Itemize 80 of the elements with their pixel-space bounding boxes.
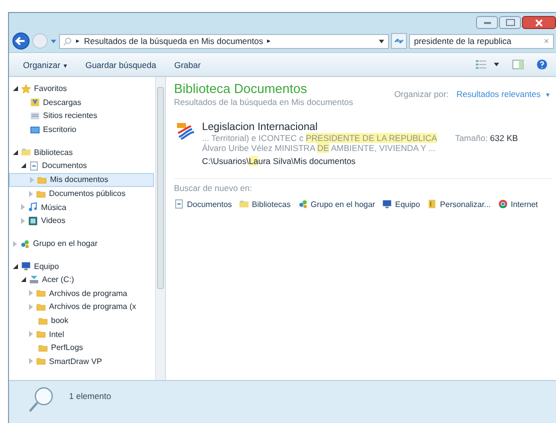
folder-icon bbox=[36, 288, 46, 298]
search-icon bbox=[63, 36, 72, 46]
close-button[interactable] bbox=[522, 16, 556, 29]
search-field[interactable]: presidente de la republica × bbox=[409, 34, 554, 48]
nav-tree-item[interactable]: Música bbox=[9, 200, 155, 214]
arrange-by-label: Organizar por: bbox=[394, 89, 449, 99]
nav-tree-item[interactable]: Videos bbox=[9, 214, 155, 228]
nav-tree-item[interactable]: Archivos de programa bbox=[9, 286, 155, 300]
search-location-link[interactable]: Internet bbox=[498, 199, 538, 209]
minimize-button[interactable] bbox=[476, 16, 498, 29]
folder-icon bbox=[36, 329, 46, 340]
search-location-link[interactable]: Documentos bbox=[174, 199, 232, 209]
close-icon bbox=[535, 18, 543, 26]
search-location-link[interactable]: Equipo bbox=[382, 199, 420, 209]
nav-tree-item[interactable]: Acer (C:) bbox=[9, 272, 155, 287]
file-path: C:\Usuarios\Laura Silva\Mis documentos bbox=[202, 156, 357, 166]
nav-tree-item[interactable]: Bibliotecas bbox=[9, 145, 155, 159]
text-snippet: ... Territorial) e ICONTEC c PRESIDENTE DE LA REPUBLICA bbox=[202, 133, 438, 143]
dropdown-icon[interactable] bbox=[378, 38, 385, 44]
document-icon bbox=[174, 199, 184, 209]
nav-tree-item[interactable]: Descargas bbox=[9, 96, 155, 110]
item-count: 1 elemento bbox=[69, 391, 112, 401]
breadcrumb[interactable]: Resultados de la búsqueda en Mis documentos bbox=[84, 36, 264, 46]
nav-tree-item[interactable]: Archivos de programa (x bbox=[9, 300, 155, 314]
search-location-link[interactable]: Bibliotecas bbox=[238, 199, 291, 209]
folder-icon bbox=[38, 316, 48, 326]
nav-tree-item[interactable]: Equipo bbox=[9, 259, 155, 273]
nav-tree-item[interactable]: Intel bbox=[9, 327, 155, 341]
help-icon[interactable] bbox=[536, 59, 548, 70]
drive-icon bbox=[29, 274, 39, 285]
file-name: Legislacion Internacional bbox=[202, 121, 319, 133]
nav-tree-item[interactable]: Mis documentos bbox=[9, 172, 154, 187]
folder-icon bbox=[36, 302, 46, 312]
computer-icon bbox=[21, 261, 31, 272]
search-location-link[interactable]: Personalizar... bbox=[427, 199, 491, 209]
music-note-icon bbox=[28, 202, 38, 212]
preview-pane-icon[interactable] bbox=[512, 59, 524, 70]
folder-icon bbox=[38, 342, 48, 353]
history-dropdown-icon[interactable] bbox=[50, 38, 57, 44]
film-icon bbox=[28, 216, 38, 226]
nav-tree-item[interactable]: Documentos públicos bbox=[9, 186, 155, 201]
search-again-label: Buscar de nuevo en: bbox=[174, 183, 253, 193]
maximize-button[interactable] bbox=[499, 16, 521, 29]
view-options-icon[interactable] bbox=[475, 59, 487, 70]
refresh-icon[interactable] bbox=[391, 33, 407, 49]
library-title: Biblioteca Documentos bbox=[174, 81, 308, 96]
nav-tree-item[interactable]: Sitios recientes bbox=[9, 109, 155, 123]
library-icon bbox=[21, 147, 31, 158]
text-snippet: Álvaro Uribe Vélez MINISTRA DE AMBIENTE, VIVIENDA Y ... bbox=[202, 143, 437, 153]
nav-tree-item[interactable]: Documentos bbox=[9, 158, 155, 173]
document-icon bbox=[29, 160, 39, 171]
toolbar-button[interactable]: Grabar bbox=[168, 56, 207, 72]
nav-tree-item[interactable]: book bbox=[9, 314, 155, 328]
file-size: Tamaño: 632 KB bbox=[455, 133, 518, 143]
nav-tree-item[interactable]: PerfLogs bbox=[9, 340, 155, 354]
search-results-subtitle: Resultados de la búsqueda en Mis documentos bbox=[174, 97, 354, 107]
scrollbar[interactable] bbox=[155, 77, 165, 380]
recent-places-icon bbox=[30, 110, 40, 121]
star-icon bbox=[21, 84, 31, 94]
nav-tree-item[interactable]: Escritorio bbox=[9, 122, 155, 136]
toolbar-button[interactable]: Guardar búsqueda bbox=[79, 56, 162, 72]
browser-icon bbox=[498, 199, 508, 209]
homegroup-icon bbox=[20, 238, 30, 249]
homegroup-icon bbox=[298, 199, 308, 209]
folder-icon bbox=[427, 199, 438, 209]
search-location-link[interactable]: Grupo en el hogar bbox=[298, 199, 376, 209]
search-result-item[interactable]: Legislacion Internacional ... Territorial) e ICONTEC c PRESIDENTE DE LA REPUBLICA Tamaño: 632 KB Álvaro Uribe Vélez MINISTRA DE AMBIENTE, VIVIENDA Y ... C:\Usuarios\Laura Silva\Mis documentos bbox=[174, 119, 552, 168]
library-icon bbox=[238, 199, 249, 209]
folder-icon bbox=[30, 97, 40, 108]
dropdown-icon[interactable] bbox=[493, 61, 500, 68]
folder-icon bbox=[36, 188, 46, 199]
search-icon bbox=[27, 385, 55, 415]
folder-icon bbox=[36, 356, 46, 366]
computer-icon bbox=[382, 199, 392, 209]
folder-icon bbox=[37, 174, 47, 185]
pdf-file-icon bbox=[176, 121, 196, 141]
nav-tree-item[interactable]: Grupo en el hogar bbox=[9, 236, 155, 250]
nav-tree-item[interactable]: Favoritos bbox=[9, 82, 155, 96]
desktop-icon bbox=[30, 124, 40, 135]
nav-tree-item[interactable]: SmartDraw VP bbox=[9, 354, 155, 368]
